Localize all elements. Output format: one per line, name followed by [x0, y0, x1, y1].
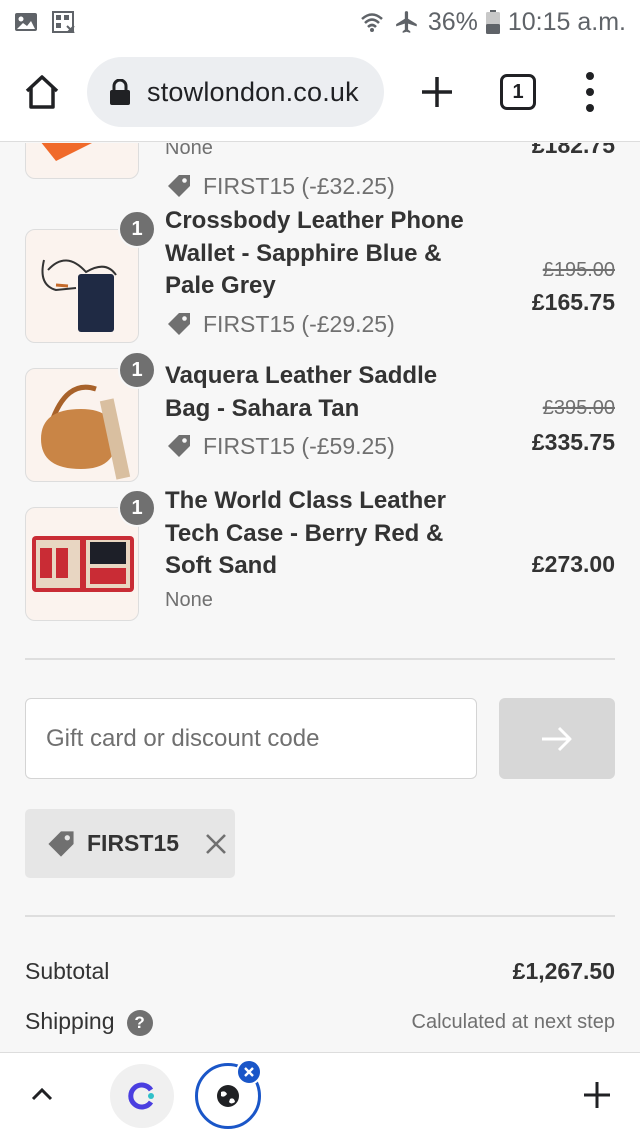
- tag-icon: [48, 830, 74, 857]
- tag-icon: [168, 175, 190, 197]
- url-text: stowlondon.co.uk: [147, 76, 359, 107]
- battery-icon: [485, 10, 500, 34]
- tag-icon: [168, 313, 190, 335]
- quantity-badge: 1: [118, 210, 156, 248]
- list-item: None £182.75 FIRST15 (-£32.25): [0, 143, 640, 199]
- browser-toolbar: stowlondon.co.uk 1: [0, 44, 640, 142]
- quantity-badge: 1: [118, 489, 156, 527]
- item-price: £335.75: [531, 429, 615, 455]
- item-variant: None: [165, 143, 213, 159]
- subtotal-label: Subtotal: [25, 958, 110, 984]
- new-tab-icon[interactable]: [418, 73, 456, 111]
- add-icon[interactable]: [582, 1080, 612, 1110]
- qr-icon: [52, 11, 75, 33]
- status-bar: 36% 10:15 a.m.: [0, 0, 640, 44]
- item-discount: FIRST15 (-£29.25): [165, 310, 395, 338]
- discount-code-input[interactable]: Gift card or discount code: [25, 698, 477, 779]
- order-summary: None £182.75 FIRST15 (-£32.25) 1 Crossbo…: [0, 143, 640, 1052]
- image-icon: [15, 13, 37, 31]
- subtotal-value: £1,267.50: [512, 958, 615, 984]
- item-price: £182.75: [531, 143, 615, 158]
- item-original-price: £395.00: [542, 397, 615, 419]
- globe-icon: [217, 1085, 239, 1107]
- applied-discount-chip: FIRST15: [25, 809, 235, 878]
- tag-icon: [168, 435, 190, 457]
- close-icon[interactable]: [236, 1059, 262, 1085]
- applied-code: FIRST15: [87, 830, 180, 856]
- shipping-value: Calculated at next step: [411, 1011, 615, 1033]
- chevron-up-icon[interactable]: [28, 1083, 56, 1105]
- clock: 10:15 a.m.: [507, 7, 626, 36]
- bottom-bar: [0, 1052, 640, 1138]
- item-price: £165.75: [531, 289, 615, 315]
- list-item: 1 Crossbody Leather Phone Wallet - Sapph…: [0, 205, 640, 345]
- home-icon[interactable]: [22, 72, 62, 112]
- app-shortcut-button[interactable]: [110, 1064, 174, 1128]
- list-item: 1 Vaquera Leather Saddle Bag - Sahara Ta…: [0, 351, 640, 490]
- product-thumbnail: [25, 368, 139, 482]
- c-logo-icon: [128, 1082, 154, 1110]
- shipping-row: Shipping?: [25, 1008, 153, 1036]
- item-variant: None: [165, 589, 213, 611]
- airplane-icon: [395, 11, 417, 33]
- divider: [25, 658, 615, 660]
- item-discount: FIRST15 (-£59.25): [165, 432, 395, 460]
- item-price: £273.00: [531, 551, 615, 577]
- item-title: The World Class Leather Tech Case - Berr…: [165, 487, 446, 579]
- product-thumbnail: [25, 507, 139, 621]
- more-menu-icon[interactable]: [582, 70, 598, 114]
- product-thumbnail: [25, 229, 139, 343]
- arrow-right-icon: [542, 726, 572, 751]
- remove-discount-icon[interactable]: [205, 833, 227, 855]
- item-title: Vaquera Leather Saddle Bag - Sahara Tan: [165, 362, 438, 422]
- help-icon[interactable]: ?: [126, 1009, 153, 1036]
- tab-switcher-button[interactable]: 1: [500, 74, 536, 110]
- battery-percent: 36%: [427, 7, 478, 36]
- product-thumbnail: [25, 143, 139, 179]
- wifi-icon: [360, 13, 383, 32]
- shipping-label: Shipping: [25, 1008, 115, 1034]
- item-discount: FIRST15 (-£32.25): [165, 172, 395, 200]
- address-bar[interactable]: stowlondon.co.uk: [87, 57, 384, 127]
- divider: [25, 915, 615, 917]
- list-item: 1 The World Class Leather Tech Case - Be…: [0, 487, 640, 627]
- quantity-badge: 1: [118, 351, 156, 389]
- item-title: Crossbody Leather Phone Wallet - Sapphir…: [165, 207, 464, 299]
- item-original-price: £195.00: [542, 259, 615, 281]
- lock-icon: [110, 79, 130, 105]
- apply-discount-button[interactable]: [499, 698, 615, 779]
